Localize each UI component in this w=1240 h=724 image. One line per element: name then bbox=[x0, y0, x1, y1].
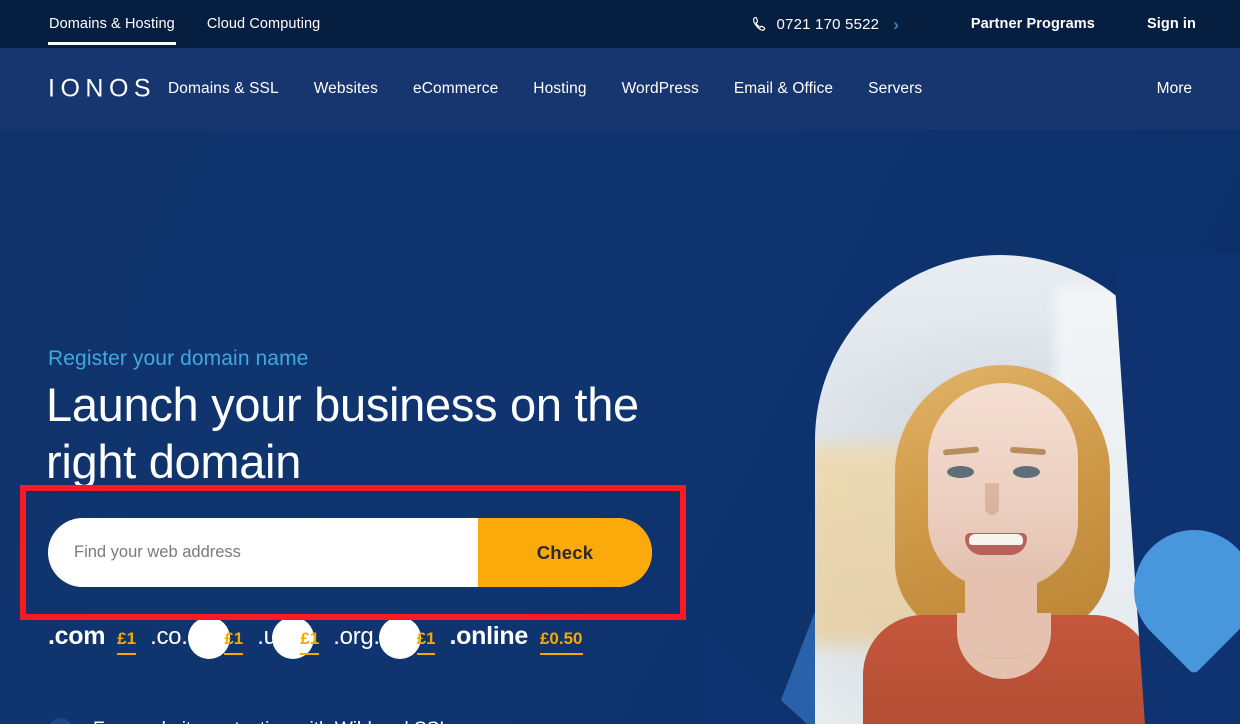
nav-item-email-office[interactable]: Email & Office bbox=[734, 80, 833, 98]
tld-price-co-uk: £1 bbox=[224, 629, 244, 655]
hero-eyebrow: Register your domain name bbox=[48, 347, 309, 370]
tld-price-com: £1 bbox=[117, 629, 137, 655]
tld-name-uk[interactable]: .uk bbox=[257, 623, 288, 651]
tld-name-online[interactable]: .online bbox=[449, 622, 528, 651]
phone-number: 0721 170 5522 bbox=[776, 15, 880, 33]
nav-item-ecommerce[interactable]: eCommerce bbox=[413, 80, 498, 98]
top-utility-bar: Domains & Hosting Cloud Computing 0721 1… bbox=[0, 0, 1240, 48]
photo-face bbox=[928, 383, 1078, 588]
check-icon bbox=[48, 717, 73, 724]
nav-item-servers[interactable]: Servers bbox=[868, 80, 922, 98]
nav-item-more[interactable]: More bbox=[1157, 80, 1192, 98]
hero-section: Register your domain name Launch your bu… bbox=[0, 130, 1240, 724]
top-tab-cloud-computing[interactable]: Cloud Computing bbox=[206, 0, 322, 48]
tld-name-co-uk[interactable]: .co.uk bbox=[150, 623, 213, 651]
main-navigation-bar: IONOS Domains & SSL Websites eCommerce H… bbox=[0, 48, 1240, 130]
primary-nav-links: Domains & SSL Websites eCommerce Hosting… bbox=[168, 48, 922, 130]
photo-teeth bbox=[969, 534, 1023, 545]
domain-search-bar: Check bbox=[48, 518, 652, 587]
feature-emphasis: Wildcard SSL bbox=[334, 719, 450, 724]
tld-price-online: £0.50 bbox=[539, 629, 583, 655]
feature-list: Free website protection with Wildcard SS… bbox=[48, 708, 452, 724]
feature-prefix: Free website protection with bbox=[93, 719, 335, 724]
tld-name-com[interactable]: .com bbox=[48, 622, 105, 651]
search-input[interactable] bbox=[48, 518, 478, 587]
nav-item-wordpress[interactable]: WordPress bbox=[622, 80, 699, 98]
phone-link[interactable]: 0721 170 5522 › bbox=[749, 15, 899, 34]
nav-item-websites[interactable]: Websites bbox=[314, 80, 378, 98]
photo-eye-right bbox=[1013, 466, 1040, 478]
page-root: Domains & Hosting Cloud Computing 0721 1… bbox=[0, 0, 1240, 724]
page-title: Launch your business on the right domain bbox=[46, 378, 639, 488]
chevron-right-icon: › bbox=[893, 14, 899, 34]
top-tab-label: Domains & Hosting bbox=[49, 16, 175, 32]
top-tab-label: Cloud Computing bbox=[206, 16, 321, 32]
tld-price-org-uk: £1 bbox=[416, 629, 436, 655]
partner-programs-link[interactable]: Partner Programs bbox=[971, 16, 1095, 32]
photo-nose bbox=[985, 483, 999, 515]
top-tabs: Domains & Hosting Cloud Computing bbox=[48, 0, 321, 48]
phone-handset-icon bbox=[749, 15, 768, 34]
tld-name-org-uk[interactable]: .org.uk bbox=[333, 623, 405, 651]
list-item: Free website protection with Wildcard SS… bbox=[48, 708, 452, 724]
top-actions: 0721 170 5522 › Partner Programs Sign in bbox=[749, 0, 1197, 48]
sign-in-link[interactable]: Sign in bbox=[1147, 16, 1196, 32]
nav-item-domains-ssl[interactable]: Domains & SSL bbox=[168, 80, 279, 98]
ionos-logo[interactable]: IONOS bbox=[48, 75, 156, 104]
tld-price-uk: £1 bbox=[300, 629, 320, 655]
tld-price-row: .com £1 .co.uk £1 .uk £1 .org.uk £1 .onl… bbox=[48, 622, 597, 664]
top-tab-domains-hosting[interactable]: Domains & Hosting bbox=[48, 0, 176, 48]
nav-item-hosting[interactable]: Hosting bbox=[533, 80, 586, 98]
feature-text: Free website protection with Wildcard SS… bbox=[93, 719, 450, 724]
check-button[interactable]: Check bbox=[478, 518, 652, 587]
photo-eye-left bbox=[947, 466, 974, 478]
